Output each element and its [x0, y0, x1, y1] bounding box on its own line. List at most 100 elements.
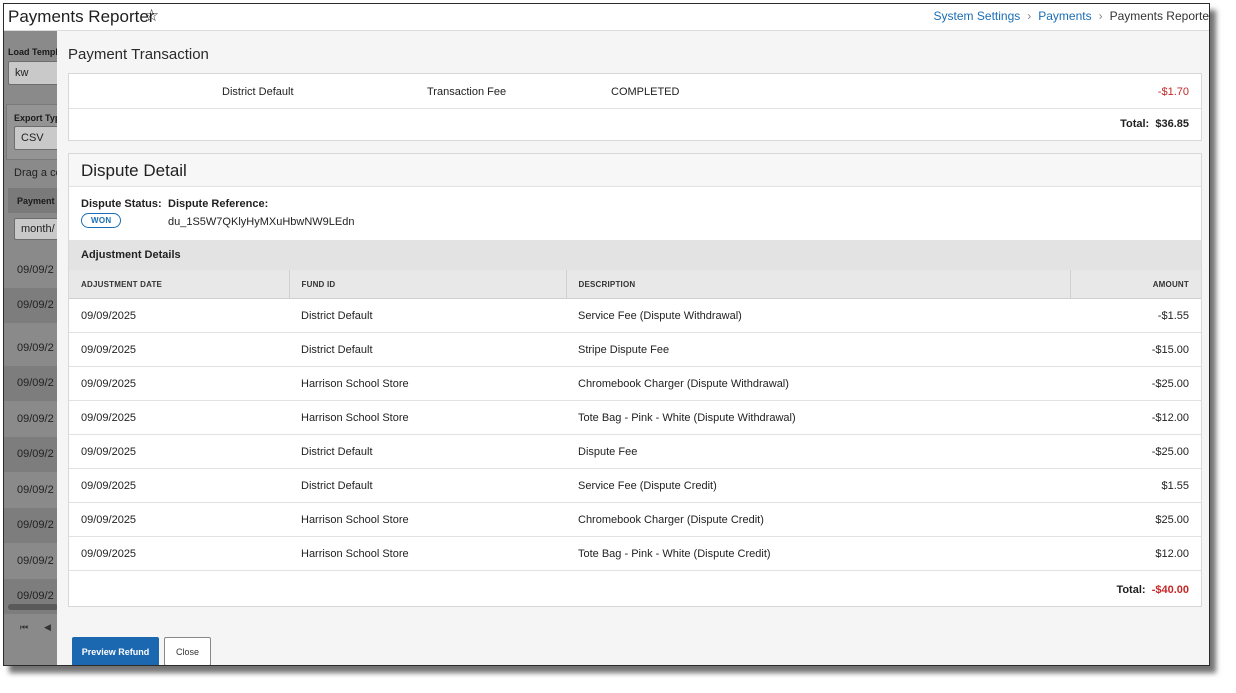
adjustment-date-cell: 09/09/2025 [69, 434, 289, 469]
background-filter-panel: Load Templa kw Export Typ CSV Drag a co … [4, 31, 64, 665]
preview-refund-button[interactable]: Preview Refund [72, 637, 159, 665]
description-cell: Stripe Dispute Fee [566, 332, 1070, 367]
description-cell: Chromebook Charger (Dispute Credit) [566, 502, 1070, 537]
transaction-amount: -$1.70 [1157, 86, 1189, 98]
amount-cell: $1.55 [1070, 468, 1201, 503]
export-type-label: Export Typ [14, 113, 61, 123]
drag-hint: Drag a co [14, 167, 62, 179]
table-row[interactable]: 09/09/2 [4, 288, 64, 323]
column-description[interactable]: DESCRIPTION [566, 270, 1071, 299]
modal-title: Payment Transaction [68, 46, 209, 63]
fund-id-cell: Harrison School Store [289, 536, 566, 571]
adjustment-total: Total: -$40.00 [1116, 584, 1189, 596]
modal-footer: Preview Refund Close [57, 631, 1209, 665]
amount-cell: -$25.00 [1070, 434, 1201, 469]
description-cell: Service Fee (Dispute Credit) [566, 468, 1070, 503]
total-label: Total: [1116, 584, 1146, 596]
total-value: $36.85 [1155, 118, 1189, 130]
table-row[interactable]: 09/09/2 [4, 437, 64, 472]
amount-cell: -$1.55 [1070, 298, 1201, 333]
table-row[interactable]: 09/09/2025 District Default Service Fee (D… [69, 298, 1201, 333]
dispute-status-label: Dispute Status: [81, 198, 162, 210]
first-page-icon[interactable]: ⏮ [20, 622, 28, 633]
breadcrumb: System Settings › Payments › Payments Report… [934, 9, 1210, 23]
table-row[interactable]: 09/09/2025 Harrison School Store Tote Bag … [69, 400, 1201, 435]
table-row[interactable]: 09/09/2025 District Default Stripe Dispute… [69, 332, 1201, 367]
table-header-row: ADJUSTMENT DATE FUND ID DESCRIPTION AMOU… [69, 270, 1201, 299]
table-row[interactable]: 09/09/2 [4, 508, 64, 543]
description-cell: Tote Bag - Pink - White (Dispute Credit) [566, 536, 1070, 571]
load-template-label: Load Templa [8, 47, 63, 57]
table-row[interactable]: 09/09/2 [4, 473, 64, 508]
adjustment-date-cell: 09/09/2025 [69, 536, 289, 571]
transaction-total: Total: $36.85 [1120, 118, 1189, 130]
adjustment-date-cell: 09/09/2025 [69, 298, 289, 333]
breadcrumb-system-settings[interactable]: System Settings [934, 9, 1021, 23]
description-cell: Chromebook Charger (Dispute Withdrawal) [566, 366, 1070, 401]
modal-header: Payment Transaction [57, 31, 1209, 73]
load-template-select[interactable]: kw [8, 61, 64, 85]
total-label: Total: [1120, 118, 1150, 130]
page-title: Payments Reporter [8, 7, 155, 26]
table-row[interactable]: 09/09/2025 District Default Service Fee (D… [69, 468, 1201, 503]
breadcrumb-payments[interactable]: Payments [1038, 9, 1091, 23]
amount-cell: $12.00 [1070, 536, 1201, 571]
dispute-reference-value: du_1S5W7QKlyHyMXuHbwNW9LEdn [168, 216, 355, 228]
payment-column-header[interactable]: Payment [17, 196, 55, 206]
table-row[interactable]: 09/09/2025 District Default Dispute Fee -$2… [69, 434, 1201, 469]
description-cell: Dispute Fee [566, 434, 1070, 469]
amount-cell: -$12.00 [1070, 400, 1201, 435]
dispute-header: Dispute Detail [69, 154, 1201, 187]
adjustment-date-cell: 09/09/2025 [69, 332, 289, 367]
fund-id-cell: District Default [289, 468, 566, 503]
fund-id-cell: District Default [289, 434, 566, 469]
table-row[interactable]: 09/09/2 [4, 402, 64, 437]
table-row[interactable]: 09/09/2025 Harrison School Store Chromeboo… [69, 502, 1201, 537]
adjustment-details-heading: Adjustment Details [69, 240, 1201, 270]
fund-id-cell: Harrison School Store [289, 400, 566, 435]
transaction-status: COMPLETED [611, 86, 680, 98]
payment-transaction-modal: Payment Transaction District Default Tra… [57, 31, 1209, 665]
horizontal-scrollbar[interactable] [8, 604, 58, 610]
app-window: Payments Reporter ☆ System Settings › Paym… [3, 3, 1210, 666]
transaction-fund: District Default [222, 86, 294, 98]
fund-id-cell: District Default [289, 298, 566, 333]
dispute-reference-label: Dispute Reference: [168, 198, 269, 210]
fund-id-cell: Harrison School Store [289, 502, 566, 537]
transaction-card: District Default Transaction Fee COMPLET… [68, 73, 1202, 141]
adjustment-date-cell: 09/09/2025 [69, 366, 289, 401]
adjustment-date-cell: 09/09/2025 [69, 400, 289, 435]
adjustment-date-cell: 09/09/2025 [69, 502, 289, 537]
chevron-right-icon: › [1027, 9, 1032, 23]
transaction-type: Transaction Fee [427, 86, 507, 98]
table-row[interactable]: 09/09/2025 Harrison School Store Tote Bag … [69, 536, 1201, 571]
table-row[interactable]: 09/09/2 [4, 253, 64, 288]
amount-cell: -$25.00 [1070, 366, 1201, 401]
table-row[interactable]: 09/09/2 [4, 331, 64, 366]
description-cell: Tote Bag - Pink - White (Dispute Withdra… [566, 400, 1070, 435]
description-cell: Service Fee (Dispute Withdrawal) [566, 298, 1070, 333]
column-fund-id[interactable]: FUND ID [289, 270, 567, 299]
status-badge: WON [81, 213, 122, 228]
table-row[interactable]: 09/09/2 [4, 544, 64, 579]
table-row[interactable]: District Default Transaction Fee COMPLET… [69, 74, 1201, 109]
adjustment-date-cell: 09/09/2025 [69, 468, 289, 503]
chevron-right-icon: › [1098, 9, 1103, 23]
amount-cell: -$15.00 [1070, 332, 1201, 367]
amount-cell: $25.00 [1070, 502, 1201, 537]
adjustment-table: ADJUSTMENT DATE FUND ID DESCRIPTION AMOU… [69, 270, 1201, 571]
star-outline-icon[interactable]: ☆ [144, 6, 159, 26]
dispute-detail-card: Dispute Detail Dispute Status: WON Dispu… [68, 153, 1202, 607]
close-button[interactable]: Close [164, 637, 211, 665]
fund-id-cell: Harrison School Store [289, 366, 566, 401]
breadcrumb-current: Payments Reporter [1109, 9, 1210, 23]
table-row[interactable]: 09/09/2 [4, 366, 64, 401]
column-amount[interactable]: AMOUNT [1070, 270, 1201, 299]
table-row[interactable]: 09/09/2025 Harrison School Store Chromeboo… [69, 366, 1201, 401]
total-value: -$40.00 [1151, 584, 1189, 596]
fund-id-cell: District Default [289, 332, 566, 367]
column-adjustment-date[interactable]: ADJUSTMENT DATE [69, 270, 290, 299]
dispute-title: Dispute Detail [81, 161, 187, 180]
previous-page-icon[interactable]: ◀ [44, 622, 51, 633]
top-bar: Payments Reporter ☆ System Settings › Paym… [4, 4, 1209, 31]
